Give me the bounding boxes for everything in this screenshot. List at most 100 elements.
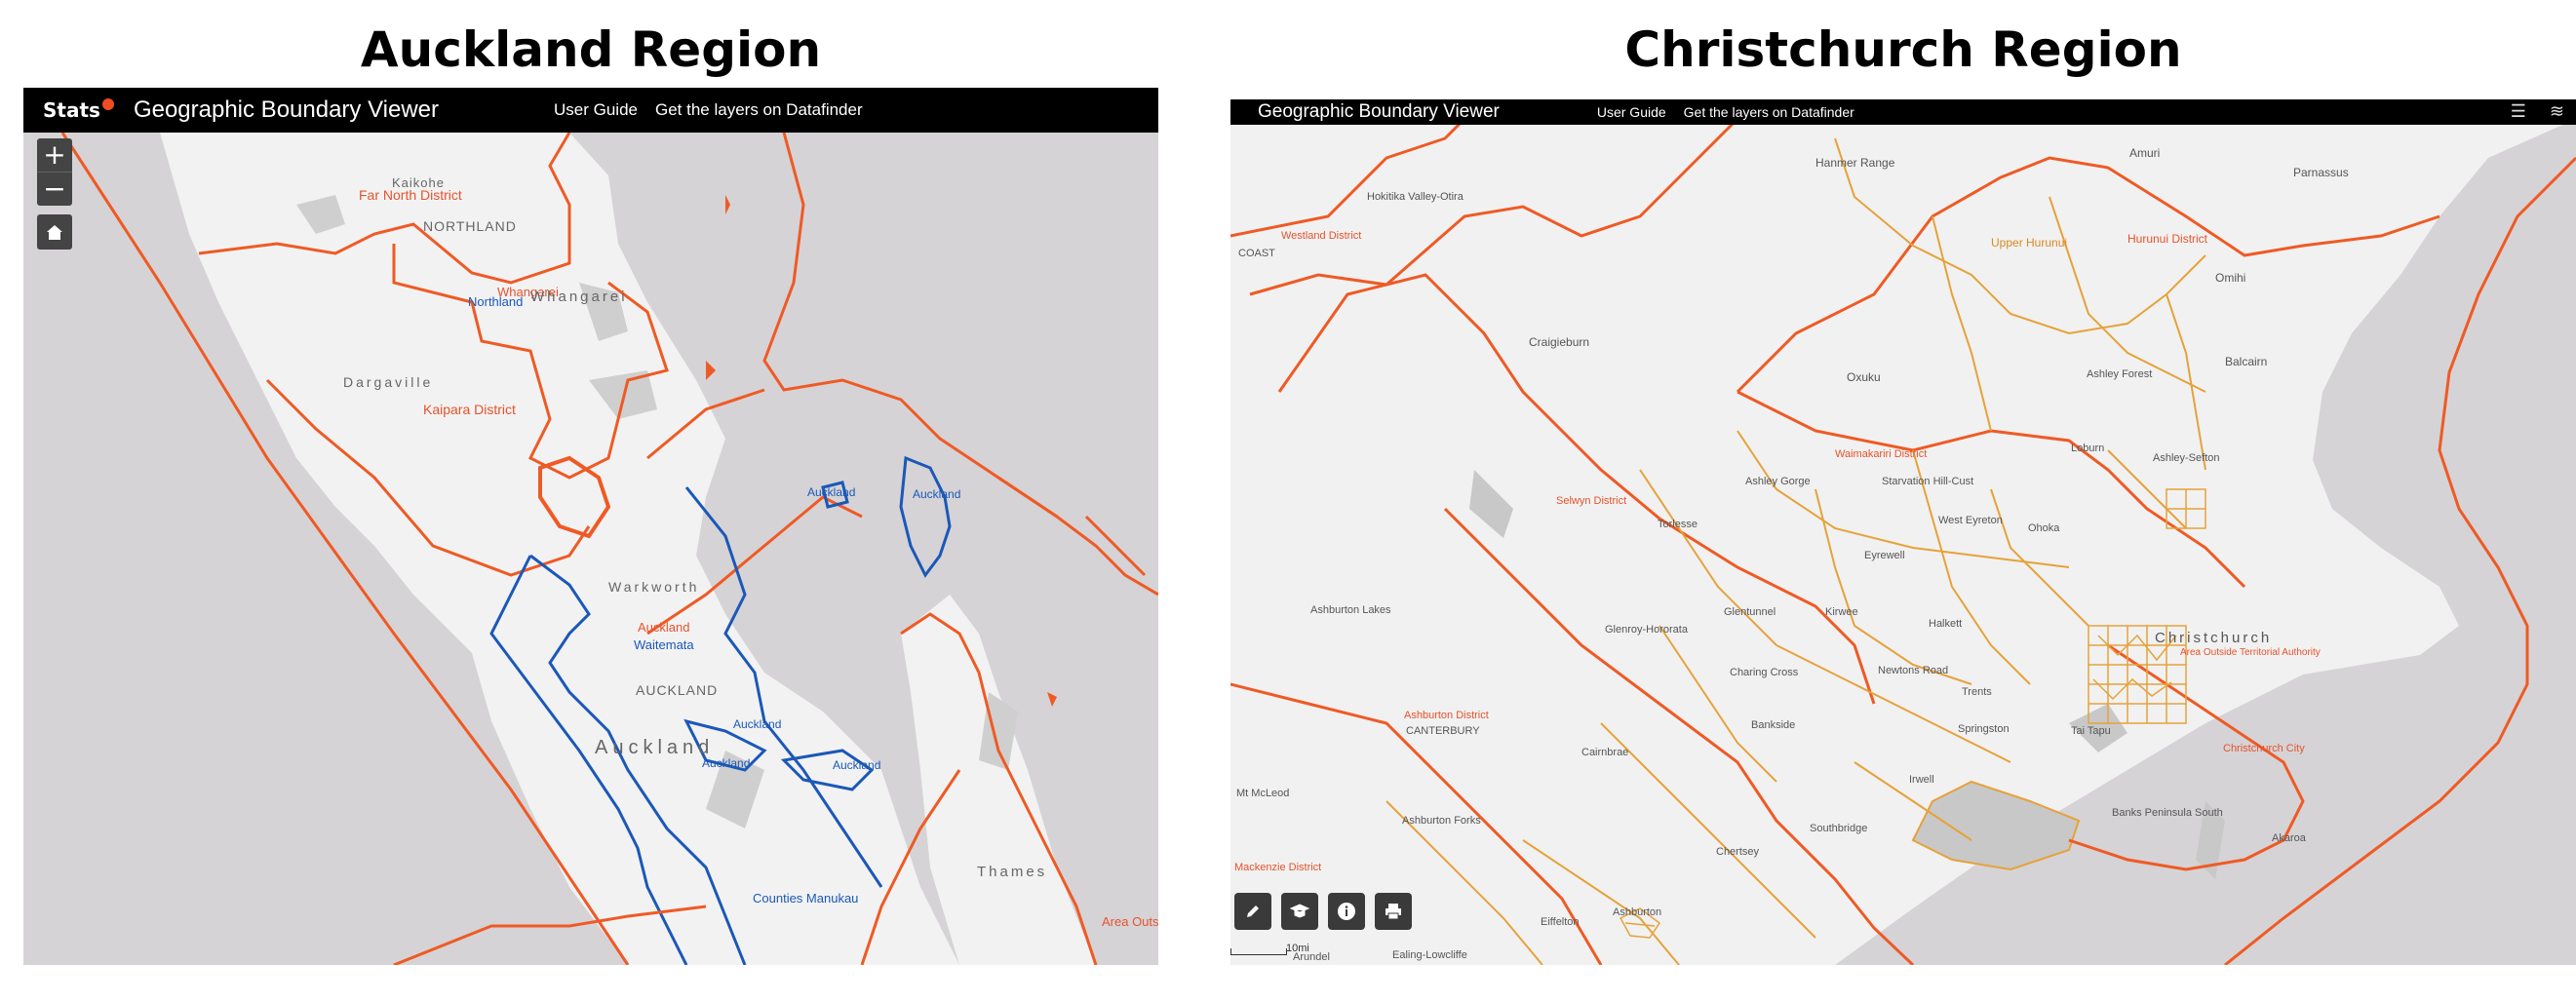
label-charing-cross: Charing Cross [1730, 667, 1799, 678]
label-springston: Springston [1958, 723, 2010, 735]
label-area-outside: Area Outsi [1102, 914, 1158, 929]
home-icon [47, 225, 62, 240]
label-auckland-blue-3: Auckland [733, 717, 782, 731]
label-ohoka: Ohoka [2028, 522, 2060, 534]
label-glenroy: Glenroy-Hororata [1605, 624, 1688, 636]
label-eyrewell: Eyrewell [1864, 550, 1905, 561]
label-parnassus: Parnassus [2293, 166, 2349, 179]
label-northland: NORTHLAND [423, 218, 517, 234]
home-button[interactable] [37, 214, 72, 250]
label-trents: Trents [1962, 686, 1992, 698]
label-ashburton: Ashburton [1613, 906, 1662, 918]
zoom-out-button[interactable]: − [37, 173, 72, 206]
label-northland-blue: Northland [468, 294, 524, 309]
list-icon[interactable]: ☰ [2511, 101, 2526, 122]
label-kirwee: Kirwee [1825, 606, 1858, 618]
label-bankside: Bankside [1751, 719, 1796, 731]
label-starvation: Starvation Hill-Cust [1882, 476, 1974, 487]
label-hokitika: Hokitika Valley-Otira [1367, 191, 1464, 203]
panel-title-auckland: Auckland Region [360, 21, 822, 78]
map-viewer-christchurch[interactable]: Geographic Boundary Viewer User Guide Ge… [1230, 99, 2576, 965]
christchurch-map[interactable] [1230, 99, 2576, 965]
label-glentunnel: Glentunnel [1724, 606, 1776, 618]
nav-datafinder[interactable]: Get the layers on Datafinder [1684, 104, 1854, 120]
topbar: Geographic Boundary Viewer User Guide Ge… [1230, 99, 2576, 125]
label-arundel: Arundel [1293, 951, 1330, 963]
label-auckland-blue-2: Auckland [913, 487, 961, 501]
label-loburn: Loburn [2071, 443, 2105, 454]
select-button[interactable] [1281, 893, 1318, 930]
label-canterbury: CANTERBURY [1406, 725, 1480, 737]
label-coast: COAST [1238, 248, 1275, 259]
label-dargaville: Dargaville [343, 374, 434, 390]
plus-icon: + [43, 138, 66, 171]
pencil-icon [1247, 906, 1259, 917]
label-auckland-blue-4: Auckland [702, 756, 751, 770]
label-auckland-grey: AUCKLAND [636, 682, 719, 698]
label-waimakariri: Waimakariri District [1835, 448, 1928, 460]
label-southbridge: Southbridge [1810, 823, 1868, 834]
label-ashburton-lakes: Ashburton Lakes [1310, 604, 1391, 616]
label-newtons-road: Newtons Road [1878, 665, 1949, 676]
info-icon [1338, 903, 1355, 920]
panel-title-christchurch: Christchurch Region [1624, 21, 2182, 78]
label-hurunui-district: Hurunui District [2127, 232, 2208, 246]
label-kaipara: Kaipara District [423, 402, 516, 417]
auckland-map[interactable] [23, 88, 1158, 965]
stats-logo[interactable]: Stats [43, 98, 114, 122]
minus-icon: − [43, 173, 66, 205]
zoom-control: + − [37, 138, 72, 206]
label-eiffelton: Eiffelton [1541, 916, 1580, 928]
label-banks-peninsula: Banks Peninsula South [2112, 807, 2223, 819]
label-ashley-gorge: Ashley Gorge [1745, 476, 1811, 487]
label-chertsey: Chertsey [1716, 846, 1760, 858]
label-craigieburn: Craigieburn [1529, 335, 1590, 349]
label-ashburton-district: Ashburton District [1404, 710, 1489, 721]
printer-icon [1386, 904, 1401, 920]
label-mt-mcleod: Mt McLeod [1236, 788, 1290, 799]
label-selwyn: Selwyn District [1556, 495, 1627, 507]
label-warkworth: Warkworth [608, 579, 700, 595]
label-amuri: Amuri [2129, 146, 2161, 160]
zoom-in-button[interactable]: + [37, 138, 72, 173]
layers-icon[interactable]: ≋ [2550, 101, 2564, 122]
nav-user-guide[interactable]: User Guide [554, 100, 638, 120]
label-christchurch: Christchurch [2155, 630, 2273, 646]
graduation-cap-icon [1290, 904, 1309, 918]
print-button[interactable] [1375, 893, 1412, 930]
label-halkett: Halkett [1929, 618, 1963, 630]
label-cairnbrae: Cairnbrae [1581, 747, 1629, 758]
info-button[interactable] [1328, 893, 1365, 930]
label-omihi: Omihi [2215, 271, 2246, 285]
label-ealing: Ealing-Lowcliffe [1392, 949, 1467, 961]
label-ashburton-forks: Ashburton Forks [1402, 815, 1481, 827]
label-irwell: Irwell [1909, 774, 1934, 786]
draw-button[interactable] [1234, 893, 1271, 930]
nav-datafinder[interactable]: Get the layers on Datafinder [655, 100, 863, 120]
map-viewer-auckland[interactable]: Stats Geographic Boundary Viewer User Gu… [23, 88, 1158, 965]
label-counties-manukau: Counties Manukau [753, 891, 859, 906]
toolbar [1234, 893, 1412, 930]
app-title: Geographic Boundary Viewer [133, 96, 440, 123]
label-christchurch-city: Christchurch City [2223, 743, 2305, 754]
label-west-eyreton: West Eyreton [1938, 515, 2003, 526]
topbar: Stats Geographic Boundary Viewer User Gu… [23, 88, 1158, 133]
label-far-north: Far North District [359, 187, 462, 203]
nav-user-guide[interactable]: User Guide [1597, 104, 1666, 120]
label-tai-tapu: Tai Tapu [2071, 725, 2111, 737]
label-thames: Thames [977, 864, 1048, 880]
label-auckland-red: Auckland [638, 620, 690, 635]
label-hanmer: Hanmer Range [1815, 156, 1895, 170]
label-akaroa: Akaroa [2272, 832, 2306, 844]
label-upper-hurunui: Upper Hurunui [1991, 236, 2068, 250]
label-auckland-blue-1: Auckland [807, 485, 856, 499]
label-whangarei-grey: Whangarei [530, 289, 628, 305]
label-oxford: Oxuku [1847, 370, 1881, 384]
label-auckland-big: Auckland [595, 737, 715, 758]
label-auckland-blue-5: Auckland [833, 758, 881, 772]
label-outside-ta: Area Outside Territorial Authority [2180, 647, 2321, 658]
scale-bar: 10mi [1230, 943, 1309, 955]
label-mackenzie: Mackenzie District [1234, 862, 1322, 873]
label-ashley-sefton: Ashley-Sefton [2153, 452, 2220, 464]
label-ashley-forest: Ashley Forest [2087, 368, 2153, 380]
